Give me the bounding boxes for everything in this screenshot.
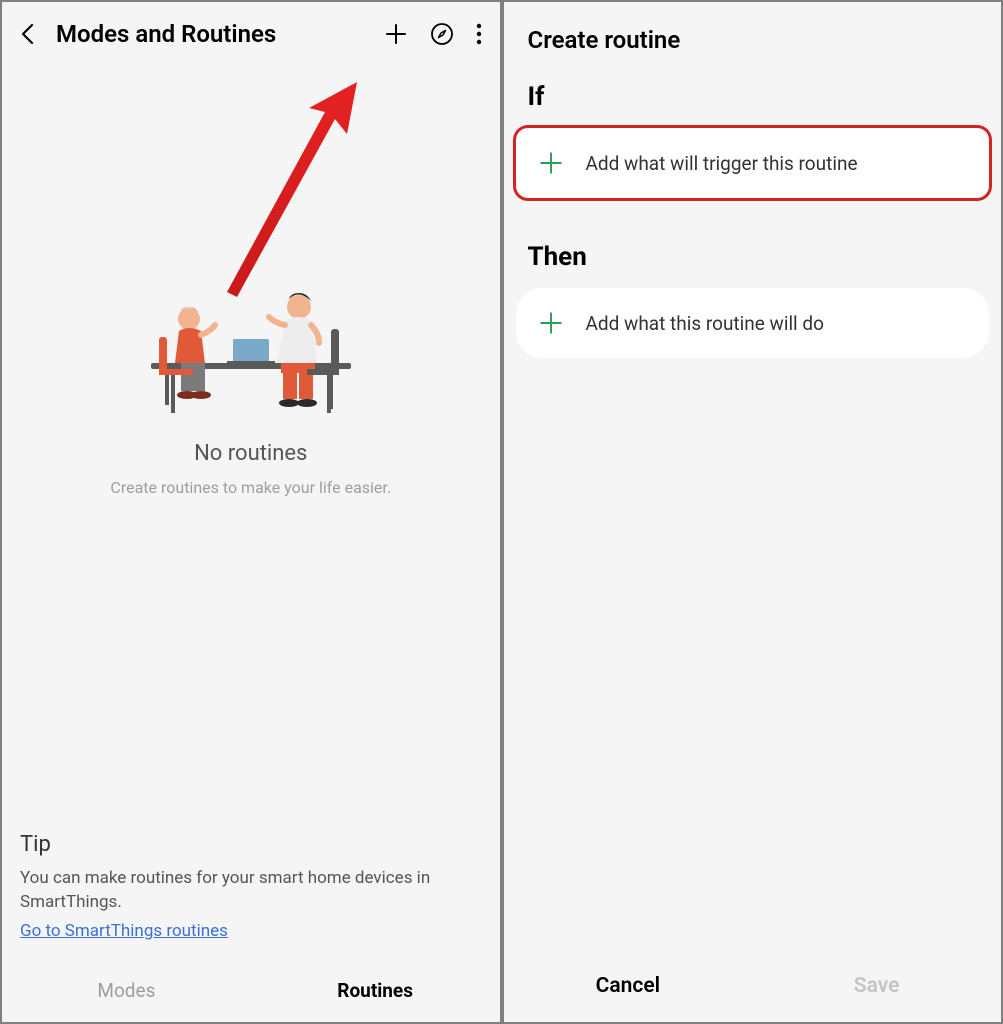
chevron-left-icon — [19, 22, 37, 46]
save-button[interactable]: Save — [752, 974, 1001, 998]
empty-subtitle: Create routines to make your life easier… — [110, 478, 391, 497]
page-title: Modes and Routines — [56, 20, 370, 48]
add-action-label: Add what this routine will do — [586, 312, 824, 335]
plus-icon — [538, 150, 564, 176]
header-bar: Modes and Routines — [2, 2, 500, 66]
discover-button[interactable] — [430, 22, 454, 46]
then-label: Then — [528, 242, 978, 272]
header-actions — [384, 22, 482, 46]
smartthings-link[interactable]: Go to SmartThings routines — [20, 921, 228, 941]
if-label: If — [528, 82, 978, 112]
create-routine-screen: Create routine If Add what will trigger … — [504, 2, 1002, 1022]
tip-card: Tip You can make routines for your smart… — [2, 832, 500, 961]
add-button[interactable] — [384, 22, 408, 46]
add-trigger-label: Add what will trigger this routine — [586, 152, 858, 175]
plus-icon — [384, 22, 408, 46]
add-action-card[interactable]: Add what this routine will do — [516, 288, 990, 358]
modes-routines-screen: Modes and Routines — [2, 2, 500, 1022]
add-trigger-card[interactable]: Add what will trigger this routine — [516, 128, 990, 198]
page-title: Create routine — [528, 26, 978, 54]
compass-icon — [430, 22, 454, 46]
plus-icon — [538, 310, 564, 336]
bottom-tabs: Modes Routines — [2, 961, 500, 1022]
empty-illustration — [141, 281, 361, 421]
tip-body: You can make routines for your smart hom… — [20, 867, 482, 915]
back-button[interactable] — [14, 22, 42, 46]
cancel-button[interactable]: Cancel — [504, 974, 753, 998]
empty-title: No routines — [194, 441, 307, 466]
tab-modes[interactable]: Modes — [2, 979, 251, 1002]
footer-actions: Cancel Save — [504, 952, 1002, 1022]
routine-body: If Add what will trigger this routine Th… — [504, 82, 1002, 952]
tab-routines[interactable]: Routines — [251, 979, 500, 1002]
empty-state: No routines Create routines to make your… — [2, 66, 500, 832]
more-vertical-icon — [476, 22, 482, 46]
tip-heading: Tip — [20, 832, 482, 857]
more-button[interactable] — [476, 22, 482, 46]
header-bar: Create routine — [504, 2, 1002, 82]
